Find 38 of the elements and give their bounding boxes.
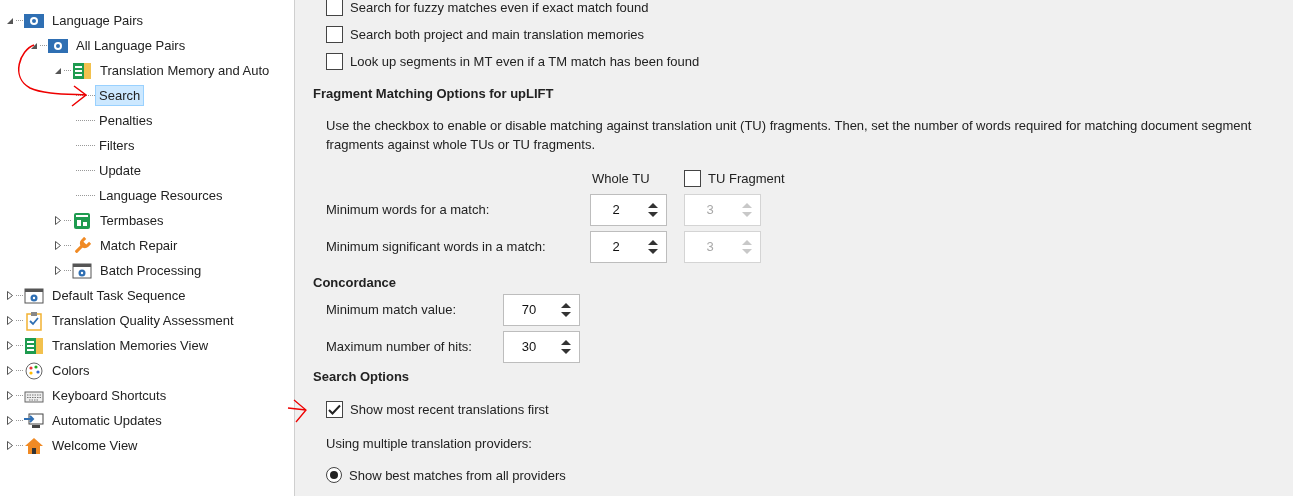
checkbox-label: TU Fragment [708,169,785,188]
field-label: Maximum number of hits: [326,338,473,357]
tree-item[interactable]: Colors [48,360,94,381]
radio-label: Show best matches from all providers [349,466,566,485]
tree-item[interactable]: Language Pairs [48,10,148,31]
section-heading: Concordance [313,273,398,292]
checkbox-label: Search for fuzzy matches even if exact match found [350,0,649,17]
number-spinner[interactable]: 2 [590,230,667,263]
number-spinner[interactable]: 70 [503,294,580,326]
section-heading: Search Options [313,368,411,386]
checkbox-label: Look up segments in MT even if a TM match has been found [350,52,700,71]
tree-item[interactable]: Welcome View [48,435,142,456]
tree-item[interactable]: Filters [95,135,139,156]
tree-item[interactable]: Translation Quality Assessment [48,310,238,331]
checkbox-label: Search both project and main translation memories [350,25,645,44]
column-header: Whole TU [591,169,651,188]
tree-item[interactable]: Batch Processing [96,260,206,281]
section-heading: Fragment Matching Options for upLIFT [313,85,555,103]
number-spinner[interactable]: 2 [590,193,667,226]
field-label: Minimum words for a match: [326,200,491,219]
checkbox-label: Show most recent translations first [350,400,549,419]
tree-item[interactable]: Automatic Updates [48,410,166,431]
number-spinner[interactable]: 30 [503,331,580,363]
tree-item[interactable]: Penalties [95,110,157,131]
tree-item[interactable]: Search [95,84,145,107]
tree-item[interactable]: Translation Memories View [48,335,213,356]
tree-item[interactable]: Translation Memory and Auto [96,60,274,81]
tree-item[interactable]: Language Resources [95,185,227,206]
tree-item[interactable]: Match Repair [96,235,182,256]
tree-item[interactable]: Update [95,160,145,181]
tree-item[interactable]: All Language Pairs [72,35,190,56]
tree-item[interactable]: Keyboard Shortcuts [48,385,171,406]
field-label: Minimum significant words in a match: [326,237,547,256]
section-description: Use the checkbox to enable or disable matching against translation unit (TU) fragments. Then, set the number of words required for matching document segment fragments against whole TUs or TU fragments. [325,116,1253,154]
option-caption: Using multiple translation providers: [325,435,533,453]
tree-item[interactable]: Default Task Sequence [48,285,190,306]
field-label: Minimum match value: [326,301,458,320]
tree-item[interactable]: Termbases [96,210,168,231]
